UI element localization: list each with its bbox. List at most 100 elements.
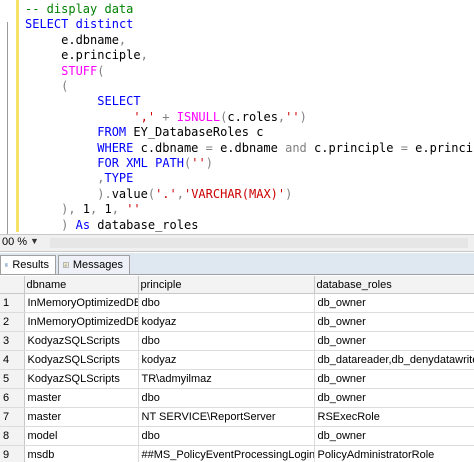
cell-database-roles[interactable]: db_owner (314, 293, 474, 313)
code-line[interactable]: e.principle, (25, 48, 474, 63)
cell-principle[interactable]: TR\admyilmaz (138, 369, 315, 389)
row-number[interactable]: 6 (0, 388, 25, 408)
table-row[interactable]: 1 InMemoryOptimizedDB dbo db_owner (0, 293, 474, 313)
code-line[interactable]: WHERE c.dbname = e.dbname and c.principl… (25, 141, 474, 156)
cell-principle[interactable]: NT SERVICE\ReportServer (138, 407, 315, 427)
code-token: e.principle (415, 140, 474, 155)
table-row[interactable]: 8 model dbo db_owner (0, 426, 474, 446)
code-token: As (75, 217, 91, 232)
row-number[interactable]: 8 (0, 426, 25, 446)
table-row[interactable]: 9 msdb ##MS_PolicyEventProcessingLogin## Po… (0, 445, 474, 462)
grid-icon (5, 263, 9, 267)
cell-database-roles[interactable]: db_owner (314, 331, 474, 351)
row-number[interactable]: 9 (0, 445, 25, 462)
table-row[interactable]: 4 KodyazSQLScripts kodyaz db_datareader,db_… (0, 350, 474, 370)
code-token: SELECT (25, 17, 69, 32)
cell-dbname[interactable]: KodyazSQLScripts (24, 350, 139, 370)
tab-messages[interactable]: Messages (58, 255, 130, 274)
row-number-header[interactable] (0, 276, 25, 294)
code-token: 1 (75, 202, 91, 217)
row-number[interactable]: 5 (0, 369, 25, 389)
code-token: = (400, 140, 408, 155)
code-line[interactable]: ).value('.','VARCHAR(MAX)') (25, 187, 474, 202)
code-line[interactable]: STUFF( (25, 64, 474, 79)
cell-dbname[interactable]: model (24, 426, 139, 446)
table-row[interactable]: 5 KodyazSQLScripts TR\admyilmaz db_owner (0, 369, 474, 389)
table-row[interactable]: 7 master NT SERVICE\ReportServer RSExecRole (0, 407, 474, 427)
code-token: ). (97, 186, 112, 201)
code-token: FOR (97, 156, 119, 171)
column-header-principle[interactable]: principle (138, 276, 315, 294)
cell-dbname[interactable]: master (24, 388, 139, 408)
code-line[interactable]: SELECT (25, 94, 474, 109)
cell-principle[interactable]: dbo (138, 388, 315, 408)
cell-principle[interactable]: dbo (138, 331, 315, 351)
table-row[interactable]: 3 KodyazSQLScripts dbo db_owner (0, 331, 474, 351)
zoom-level[interactable]: 00 % (2, 236, 27, 248)
code-token: c.roles (227, 109, 278, 124)
code-line[interactable]: ) As database_roles (25, 218, 474, 233)
cell-database-roles[interactable]: db_owner (314, 312, 474, 332)
row-number[interactable]: 3 (0, 331, 25, 351)
code-line[interactable]: FROM EY_DatabaseRoles c (25, 125, 474, 140)
cell-dbname[interactable]: KodyazSQLScripts (24, 369, 139, 389)
code-line[interactable]: ,TYPE (25, 171, 474, 186)
cell-database-roles[interactable]: RSExecRole (314, 407, 474, 427)
query-editor[interactable]: -- display data SELECT distinct e.dbname,… (0, 0, 474, 234)
cell-database-roles[interactable]: db_datareader,db_denydatawriter (314, 350, 474, 370)
code-line[interactable]: -- display data (25, 2, 474, 17)
cell-principle[interactable]: kodyaz (138, 312, 315, 332)
code-token: c.dbname (133, 140, 206, 155)
code-token: '' (191, 156, 206, 171)
code-line[interactable]: FOR XML PATH('') (25, 156, 474, 171)
code-line[interactable]: ',' + ISNULL(c.roles,'') (25, 110, 474, 125)
zoom-dropdown-icon[interactable]: ▼ (30, 236, 39, 246)
column-header-database-roles[interactable]: database_roles (314, 276, 474, 294)
cell-database-roles[interactable]: db_owner (314, 426, 474, 446)
code-line[interactable]: SELECT distinct (25, 17, 474, 32)
tab-results-label: Results (12, 258, 49, 271)
code-token: value (111, 186, 148, 201)
cell-database-roles[interactable]: db_owner (314, 388, 474, 408)
code-token: PATH (155, 156, 184, 171)
cell-database-roles[interactable]: db_owner (314, 369, 474, 389)
cell-database-roles[interactable]: PolicyAdministratorRole (314, 445, 474, 462)
table-row[interactable]: 2 InMemoryOptimizedDB kodyaz db_owner (0, 312, 474, 332)
code-token: STUFF (61, 63, 98, 78)
table-row[interactable]: 6 master dbo db_owner (0, 388, 474, 408)
horizontal-scrollbar[interactable] (50, 238, 468, 248)
results-tab-strip: Results Messages (0, 253, 474, 275)
cell-dbname[interactable]: InMemoryOptimizedDB (24, 312, 139, 332)
code-text[interactable]: -- display data SELECT distinct e.dbname,… (25, 2, 474, 234)
tab-results[interactable]: Results (0, 255, 56, 274)
cell-dbname[interactable]: master (24, 407, 139, 427)
cell-dbname[interactable]: InMemoryOptimizedDB (24, 293, 139, 313)
row-number[interactable]: 1 (0, 293, 25, 313)
code-token: '' (285, 109, 300, 124)
cell-principle[interactable]: dbo (138, 426, 315, 446)
results-grid[interactable]: dbname principle database_roles 1 InMemor… (0, 276, 474, 462)
column-header-dbname[interactable]: dbname (24, 276, 139, 294)
cell-principle[interactable]: dbo (138, 293, 315, 313)
row-number[interactable]: 7 (0, 407, 25, 427)
row-number[interactable]: 2 (0, 312, 25, 332)
cell-principle[interactable]: ##MS_PolicyEventProcessingLogin## (138, 445, 315, 462)
code-line[interactable]: ), 1, 1, '' (25, 202, 474, 217)
code-line[interactable]: ( (25, 79, 474, 94)
code-token: database_roles (90, 217, 199, 232)
code-line[interactable]: e.dbname, (25, 33, 474, 48)
cell-dbname[interactable]: KodyazSQLScripts (24, 331, 139, 351)
code-token: -- display data (25, 2, 134, 16)
messages-icon (63, 262, 69, 268)
cell-dbname[interactable]: msdb (24, 445, 139, 462)
cell-principle[interactable]: kodyaz (138, 350, 315, 370)
row-number[interactable]: 4 (0, 350, 25, 370)
